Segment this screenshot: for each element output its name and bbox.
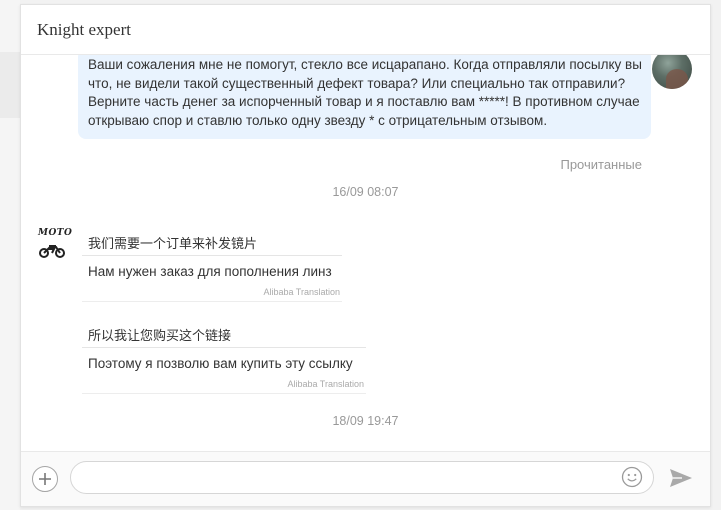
message-timestamp: 16/09 08:07 [332,185,399,199]
chat-window: Knight expert Ваши сожаления мне не помо… [20,4,711,507]
message-original-text: 我们需要一个订单来补发镜片 [88,236,258,251]
message-translated-text: Нам нужен заказ для пополнения линз [88,264,332,279]
translation-source-label: Alibaba Translation [82,281,342,302]
incoming-message: 所以我让您购买这个链接 Поэтому я позволю вам купить… [82,325,366,394]
smiley-icon [621,466,643,488]
translation-source-label: Alibaba Translation [82,373,366,394]
user-avatar [652,55,692,89]
send-button[interactable] [668,466,694,490]
background-panel [0,0,20,510]
background-selected-row [0,52,20,118]
outgoing-message-bubble: Ваши сожаления мне не помогут, стекло вс… [78,55,651,139]
chat-title: Knight expert [37,20,131,39]
message-input[interactable] [70,461,654,494]
seller-avatar[interactable]: MOTO [37,228,73,260]
message-original-text: 所以我让您购买这个链接 [88,328,232,343]
message-list[interactable]: Ваши сожаления мне не помогут, стекло вс… [21,55,710,451]
read-status: Прочитанные [560,157,642,172]
message-input-bar [21,451,710,506]
message-translated-text: Поэтому я позволю вам купить эту ссылку [88,356,353,371]
plus-icon [39,473,51,485]
chat-header: Knight expert [21,5,710,55]
emoji-button[interactable] [621,466,643,488]
motorcycle-icon [39,245,65,258]
add-attachment-button[interactable] [32,466,58,492]
message-timestamp: 18/09 19:47 [332,414,399,428]
incoming-message: 我们需要一个订单来补发镜片 Нам нужен заказ для пополн… [82,233,342,302]
seller-logo-text: MOTO [38,228,73,238]
send-icon [670,469,692,487]
